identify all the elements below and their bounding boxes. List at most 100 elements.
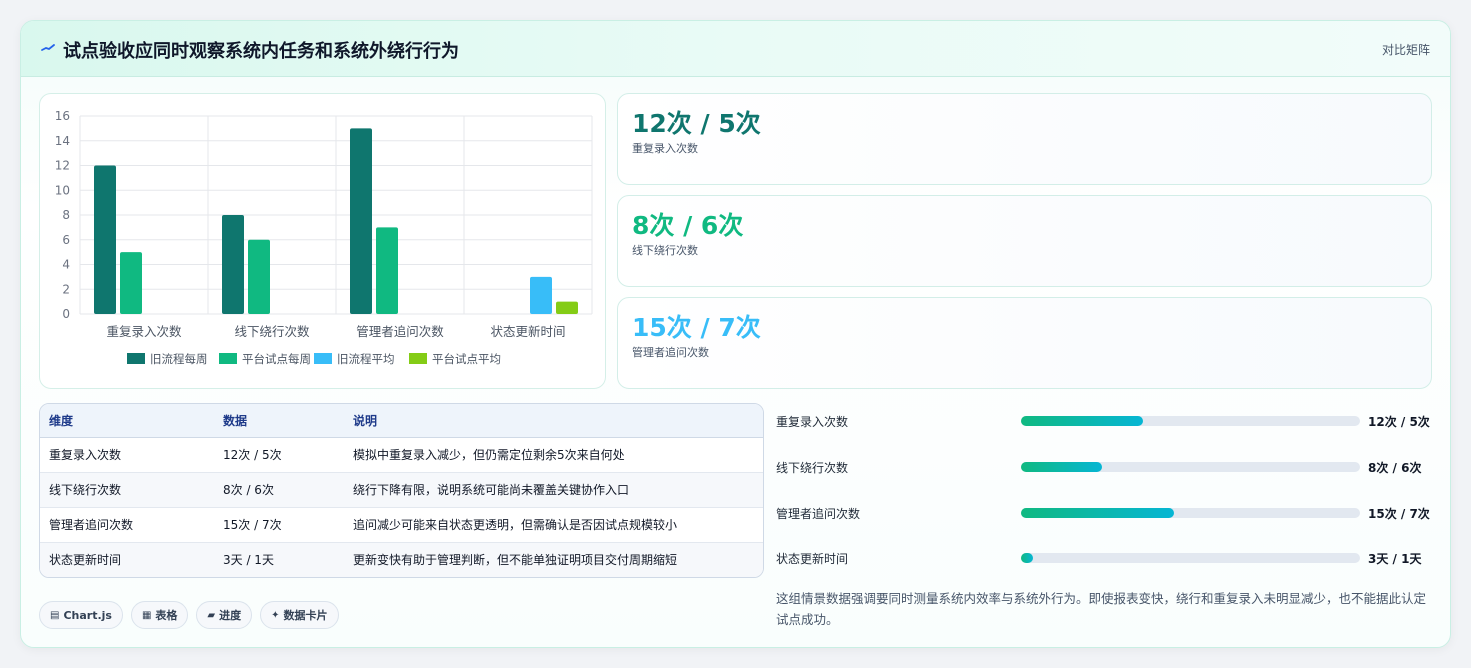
bar (350, 128, 372, 314)
comparison-matrix-link[interactable]: 对比矩阵 (1382, 41, 1430, 58)
legend-label: 旧流程每周 (150, 352, 208, 366)
progress-label: 管理者追问次数 (776, 507, 861, 521)
table-row: 状态更新时间 3天 / 1天 更新变快有助于管理判断，但不能单独证明项目交付周期缩短 (40, 542, 763, 577)
tag-label: 数据卡片 (283, 609, 328, 622)
tag-label: Chart.js (63, 608, 112, 622)
stat-card: 12次 / 5次重复录入次数 (617, 93, 1432, 185)
y-tick-label: 2 (62, 282, 70, 296)
x-tick-label: 管理者追问次数 (356, 324, 444, 339)
progress-fill (1021, 553, 1033, 563)
progress-label: 状态更新时间 (776, 552, 849, 566)
progress-row: 重复录入次数 12次 / 5次 (776, 411, 1436, 431)
tag-chip[interactable]: ✦ 数据卡片 (260, 601, 339, 629)
progress-label: 线下绕行次数 (776, 461, 849, 475)
y-tick-label: 6 (62, 233, 70, 247)
y-tick-label: 0 (62, 307, 70, 321)
tag-chip[interactable]: ▦ 表格 (130, 601, 189, 629)
stat-value: 8次 / 6次 (632, 211, 744, 240)
progress-value: 15次 / 7次 (1368, 507, 1430, 521)
progress-label: 重复录入次数 (776, 415, 849, 429)
y-tick-label: 8 (62, 208, 70, 222)
table-cell: 线下绕行次数 (40, 472, 214, 508)
comparison-card: 试点验收应同时观察系统内任务和系统外绕行行为 对比矩阵 0 2 4 6 8 10 12 14 1… (20, 20, 1451, 648)
progress-value: 8次 / 6次 (1368, 461, 1422, 475)
pulse-icon (41, 44, 55, 51)
y-tick-label: 4 (62, 258, 70, 272)
table-cell: 模拟中重复录入减少，但仍需定位剩余5次来自何处 (344, 437, 763, 473)
column-header: 数据 (214, 404, 344, 438)
table-row: 线下绕行次数 8次 / 6次 绕行下降有限，说明系统可能尚未覆盖关键协作入口 (40, 472, 763, 508)
bar (530, 276, 552, 314)
x-tick-label: 线下绕行次数 (234, 324, 310, 339)
table-cell: 管理者追问次数 (40, 507, 214, 543)
legend-label: 旧流程平均 (337, 352, 395, 366)
table-cell: 15次 / 7次 (214, 507, 344, 543)
table-cell: 追问减少可能来自状态更透明，但需确认是否因试点规模较小 (344, 507, 763, 543)
table-row: 管理者追问次数 15次 / 7次 追问减少可能来自状态更透明，但需确认是否因试点规模… (40, 507, 763, 543)
table-row: 重复录入次数 12次 / 5次 模拟中重复录入减少，但仍需定位剩余5次来自何处 (40, 437, 763, 473)
stat-card: 8次 / 6次线下绕行次数 (617, 195, 1432, 287)
tag-icon: ✦ (271, 609, 280, 621)
legend-label: 平台试点每周 (242, 352, 311, 366)
legend-swatch (127, 353, 145, 364)
column-header: 说明 (344, 404, 763, 438)
legend-swatch (409, 353, 427, 364)
stat-label: 线下绕行次数 (632, 244, 698, 257)
y-tick-label: 16 (55, 109, 70, 123)
table-cell: 12次 / 5次 (214, 437, 344, 473)
x-tick-label: 状态更新时间 (490, 324, 565, 339)
tag-label: 进度 (219, 609, 242, 622)
bar-chart-panel: 0 2 4 6 8 10 12 14 16 重复录入次数 线下绕行次数 管理者追问次数 状态更新时间旧流… (39, 93, 606, 389)
tag-icon: ▰ (207, 609, 216, 621)
table-cell: 重复录入次数 (40, 437, 214, 473)
y-tick-label: 12 (55, 159, 70, 173)
legend-swatch (219, 353, 237, 364)
table-cell: 绕行下降有限，说明系统可能尚未覆盖关键协作入口 (344, 472, 763, 508)
card-header: 试点验收应同时观察系统内任务和系统外绕行行为 对比矩阵 (21, 21, 1450, 77)
bar-chart: 0 2 4 6 8 10 12 14 16 重复录入次数 线下绕行次数 管理者追问次数 状态更新时间旧流… (55, 109, 593, 366)
progress-track (1021, 462, 1360, 472)
progress-value: 12次 / 5次 (1368, 415, 1430, 429)
stat-value: 15次 / 7次 (632, 313, 761, 342)
tag-chip[interactable]: ▤ Chart.js (39, 601, 123, 629)
stat-label: 重复录入次数 (632, 142, 698, 155)
tag-chip[interactable]: ▰ 进度 (196, 601, 253, 629)
legend-label: 平台试点平均 (432, 352, 501, 366)
bar (94, 165, 116, 314)
legend-swatch (314, 353, 332, 364)
bar (376, 227, 398, 314)
page-title: 试点验收应同时观察系统内任务和系统外绕行行为 (63, 41, 459, 62)
bar (248, 239, 270, 314)
progress-row: 状态更新时间 3天 / 1天 (776, 548, 1436, 568)
y-tick-label: 10 (55, 183, 70, 197)
table-header-row: 维度 数据 说明 (40, 404, 763, 438)
table-cell: 8次 / 6次 (214, 472, 344, 508)
progress-fill (1021, 416, 1144, 426)
progress-fill (1021, 462, 1103, 472)
stat-value: 12次 / 5次 (632, 109, 761, 138)
bar (556, 301, 578, 314)
progress-row: 管理者追问次数 15次 / 7次 (776, 503, 1436, 523)
x-tick-label: 重复录入次数 (106, 324, 182, 339)
progress-track (1021, 508, 1360, 518)
bar (120, 252, 142, 314)
tag-label: 表格 (155, 609, 178, 622)
tag-icon: ▦ (141, 609, 152, 621)
column-header: 维度 (40, 404, 214, 438)
data-table: 维度 数据 说明 重复录入次数 12次 / 5次 模拟中重复录入减少，但仍需定位剩余5次… (39, 403, 764, 578)
stat-card: 15次 / 7次管理者追问次数 (617, 297, 1432, 389)
table-cell: 3天 / 1天 (214, 542, 344, 577)
progress-value: 3天 / 1天 (1368, 552, 1422, 566)
table-cell: 状态更新时间 (40, 542, 214, 577)
stat-label: 管理者追问次数 (632, 346, 709, 359)
summary-note: 这组情景数据强调要同时测量系统内效率与系统外行为。即使报表变快，绕行和重复录入未… (776, 591, 1427, 627)
progress-row: 线下绕行次数 8次 / 6次 (776, 457, 1436, 477)
progress-fill (1021, 508, 1174, 518)
table-cell: 更新变快有助于管理判断，但不能单独证明项目交付周期缩短 (344, 542, 763, 577)
progress-track (1021, 416, 1360, 426)
y-tick-label: 14 (55, 134, 70, 148)
bar (222, 215, 244, 314)
tag-list: ▤ Chart.js ▦ 表格 ▰ 进度 ✦ 数据卡片 (39, 601, 339, 629)
progress-track (1021, 553, 1360, 563)
tag-icon: ▤ (50, 609, 60, 621)
